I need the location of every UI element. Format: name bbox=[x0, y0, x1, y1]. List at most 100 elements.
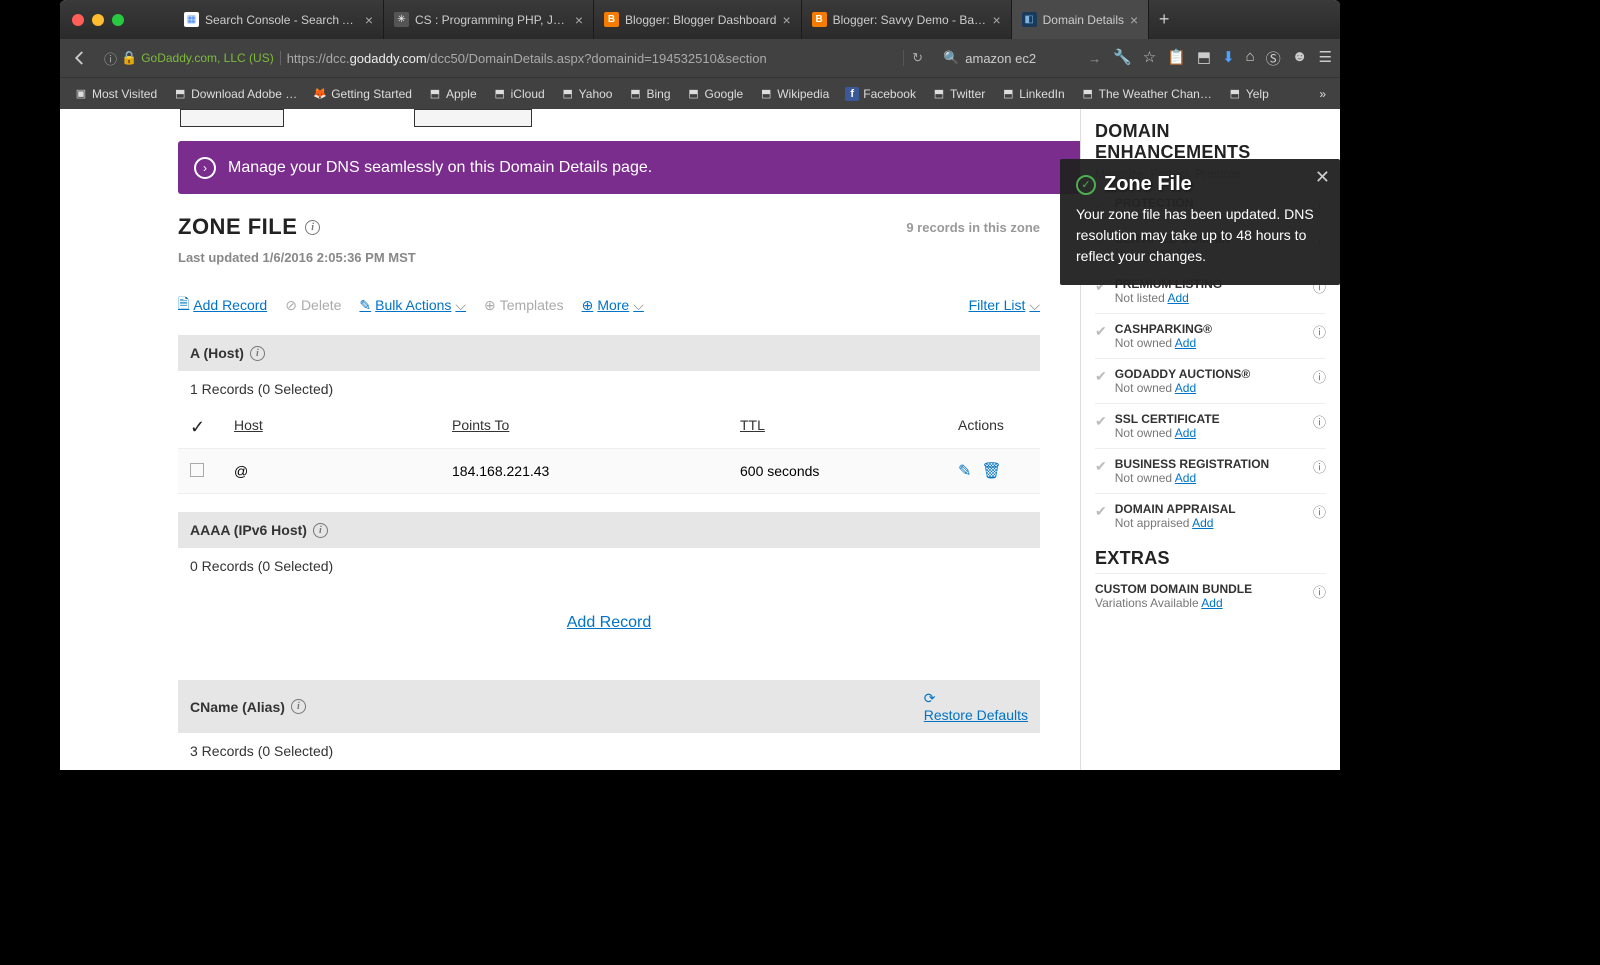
add-link[interactable]: Add bbox=[1175, 336, 1196, 350]
tab-cs-programming[interactable]: ✳CS : Programming PHP, JQ...× bbox=[384, 0, 594, 39]
go-icon[interactable]: → bbox=[1088, 51, 1101, 66]
wand-icon[interactable]: 🔧 bbox=[1113, 48, 1132, 69]
add-record-link[interactable]: Add Record bbox=[178, 614, 1040, 632]
close-icon[interactable]: × bbox=[575, 12, 583, 28]
select-box[interactable] bbox=[414, 109, 532, 127]
bookmark-yahoo[interactable]: ⬒Yahoo bbox=[555, 85, 619, 103]
bookmark-weather[interactable]: ⬒The Weather Chan… bbox=[1075, 85, 1218, 103]
profile-icon[interactable]: ☻ bbox=[1292, 48, 1308, 69]
select-box[interactable] bbox=[180, 109, 284, 127]
tab-domain-details[interactable]: ◧Domain Details× bbox=[1012, 0, 1150, 39]
add-link[interactable]: Add bbox=[1175, 471, 1196, 485]
new-tab-button[interactable]: + bbox=[1149, 0, 1179, 39]
maximize-window-button[interactable] bbox=[112, 14, 124, 26]
url-field[interactable]: ⓘ 🔒 GoDaddy.com, LLC (US) https://dcc.go… bbox=[98, 45, 897, 71]
home-icon[interactable]: ⌂ bbox=[1246, 48, 1255, 69]
page-plus-icon: 🗎 bbox=[178, 293, 189, 317]
add-link[interactable]: Add bbox=[1175, 426, 1196, 440]
close-icon[interactable]: × bbox=[365, 12, 373, 28]
add-link[interactable]: Add bbox=[1167, 291, 1188, 305]
col-ttl[interactable]: TTL bbox=[740, 417, 958, 438]
bookmark-google[interactable]: ⬒Google bbox=[681, 85, 750, 103]
zone-file-title: ZONE FILEi bbox=[178, 214, 320, 240]
cell-ttl: 600 seconds bbox=[740, 463, 958, 479]
bookmark-yelp[interactable]: ⬒Yelp bbox=[1222, 85, 1275, 103]
titlebar: ▦Search Console - Search A...× ✳CS : Pro… bbox=[60, 0, 1340, 39]
plus-circle-icon: ⊕ bbox=[582, 297, 594, 314]
close-icon[interactable]: × bbox=[992, 12, 1000, 28]
bookmark-most-visited[interactable]: ▣Most Visited bbox=[68, 85, 163, 103]
checkmark-icon[interactable]: ✓ bbox=[190, 417, 205, 437]
add-link[interactable]: Add bbox=[1175, 381, 1196, 395]
bulk-actions-link[interactable]: ✎Bulk Actions ⌵ bbox=[359, 297, 466, 314]
filter-list-link[interactable]: Filter List ⌵ bbox=[969, 297, 1040, 314]
info-icon[interactable]: i bbox=[250, 346, 265, 361]
zone-file-toast: ✕ ✓ Zone File Your zone file has been up… bbox=[1060, 159, 1340, 285]
help-icon[interactable]: ⓘ bbox=[1313, 367, 1326, 386]
table-row: @ 184.168.221.43 600 seconds ✎🗑 bbox=[178, 448, 1040, 494]
info-icon[interactable]: i bbox=[291, 699, 306, 714]
add-record-link[interactable]: 🗎Add Record bbox=[178, 293, 267, 317]
trash-icon[interactable]: 🗑 bbox=[981, 461, 1001, 481]
chevron-down-icon: ⌵ bbox=[455, 297, 466, 314]
enh-status: Not owned Add bbox=[1115, 381, 1305, 395]
minimize-window-button[interactable] bbox=[92, 14, 104, 26]
search-field[interactable]: 🔍amazon ec2→ bbox=[937, 45, 1107, 71]
restore-defaults-link[interactable]: Restore Defaults bbox=[924, 707, 1028, 723]
col-actions: Actions bbox=[958, 417, 1070, 438]
toolbar-icons: 🔧 ☆ 📋 ⬒ ⬇ ⌂ Ⓢ ☻ ☰ bbox=[1113, 48, 1332, 69]
star-icon[interactable]: ☆ bbox=[1143, 48, 1156, 69]
clipboard-icon[interactable]: 📋 bbox=[1167, 48, 1186, 69]
bookmark-overflow[interactable]: » bbox=[1313, 85, 1332, 103]
col-points[interactable]: Points To bbox=[452, 417, 740, 438]
close-icon[interactable]: × bbox=[782, 12, 790, 28]
back-button[interactable] bbox=[68, 46, 92, 70]
bookmark-bing[interactable]: ⬒Bing bbox=[622, 85, 676, 103]
info-icon[interactable]: i bbox=[305, 220, 320, 235]
tab-search-console[interactable]: ▦Search Console - Search A...× bbox=[174, 0, 384, 39]
help-icon[interactable]: ⓘ bbox=[1313, 412, 1326, 431]
help-icon[interactable]: ⓘ bbox=[1313, 322, 1326, 341]
section-meta: 0 Records (0 Selected) bbox=[178, 548, 1040, 584]
row-checkbox[interactable] bbox=[190, 463, 204, 477]
search-icon: 🔍 bbox=[943, 50, 959, 66]
close-icon[interactable]: ✕ bbox=[1315, 167, 1330, 188]
help-icon[interactable]: ⓘ bbox=[1313, 582, 1326, 601]
download-icon[interactable]: ⬇ bbox=[1222, 48, 1235, 69]
close-icon[interactable]: × bbox=[1130, 12, 1138, 28]
tab-blogger-dashboard[interactable]: BBlogger: Blogger Dashboard× bbox=[594, 0, 802, 39]
bookmark-download-adobe[interactable]: ⬒Download Adobe … bbox=[167, 85, 303, 103]
info-icon[interactable]: i bbox=[313, 523, 328, 538]
menu-icon[interactable]: ☰ bbox=[1319, 48, 1332, 69]
add-link[interactable]: Add bbox=[1201, 596, 1222, 610]
enh-status: Not owned Add bbox=[1115, 471, 1305, 485]
add-link[interactable]: Add bbox=[1192, 516, 1213, 530]
bookmark-icloud[interactable]: ⬒iCloud bbox=[487, 85, 551, 103]
help-icon[interactable]: ⓘ bbox=[1313, 502, 1326, 521]
bookmark-apple[interactable]: ⬒Apple bbox=[422, 85, 483, 103]
traffic-lights bbox=[72, 14, 124, 26]
edit-icon[interactable]: ✎ bbox=[958, 461, 971, 481]
bookmark-linkedin[interactable]: ⬒LinkedIn bbox=[995, 85, 1070, 103]
table-header: ✓ Host Points To TTL Actions bbox=[178, 407, 1040, 448]
banner-message: Manage your DNS seamlessly on this Domai… bbox=[228, 159, 1077, 177]
close-window-button[interactable] bbox=[72, 14, 84, 26]
reload-button[interactable]: ↻ bbox=[903, 50, 931, 66]
enhancement-item: ✔CASHPARKING®Not owned Addⓘ bbox=[1095, 313, 1326, 358]
bookmark-facebook[interactable]: fFacebook bbox=[839, 85, 922, 103]
enhancement-item: ✔DOMAIN APPRAISALNot appraised Addⓘ bbox=[1095, 493, 1326, 538]
bookmark-wikipedia[interactable]: ⬒Wikipedia bbox=[753, 85, 835, 103]
lock-icon: 🔒 bbox=[121, 50, 137, 66]
more-link[interactable]: ⊕More ⌵ bbox=[582, 297, 644, 314]
noscript-icon[interactable]: Ⓢ bbox=[1266, 48, 1281, 69]
bookmark-twitter[interactable]: ⬒Twitter bbox=[926, 85, 991, 103]
record-count: 9 records in this zone bbox=[906, 220, 1040, 235]
tab-blogger-savvy[interactable]: BBlogger: Savvy Demo - Bas...× bbox=[802, 0, 1012, 39]
section-cname: CName (Alias)i ⟳ Restore Defaults bbox=[178, 680, 1040, 733]
help-icon[interactable]: ⓘ bbox=[1313, 457, 1326, 476]
check-icon: ✔ bbox=[1095, 368, 1107, 385]
col-host[interactable]: Host bbox=[234, 417, 452, 438]
pocket-icon[interactable]: ⬒ bbox=[1197, 48, 1211, 69]
extras-item: CUSTOM DOMAIN BUNDLE Variations Availabl… bbox=[1095, 573, 1326, 618]
bookmark-getting-started[interactable]: 🦊Getting Started bbox=[307, 85, 418, 103]
